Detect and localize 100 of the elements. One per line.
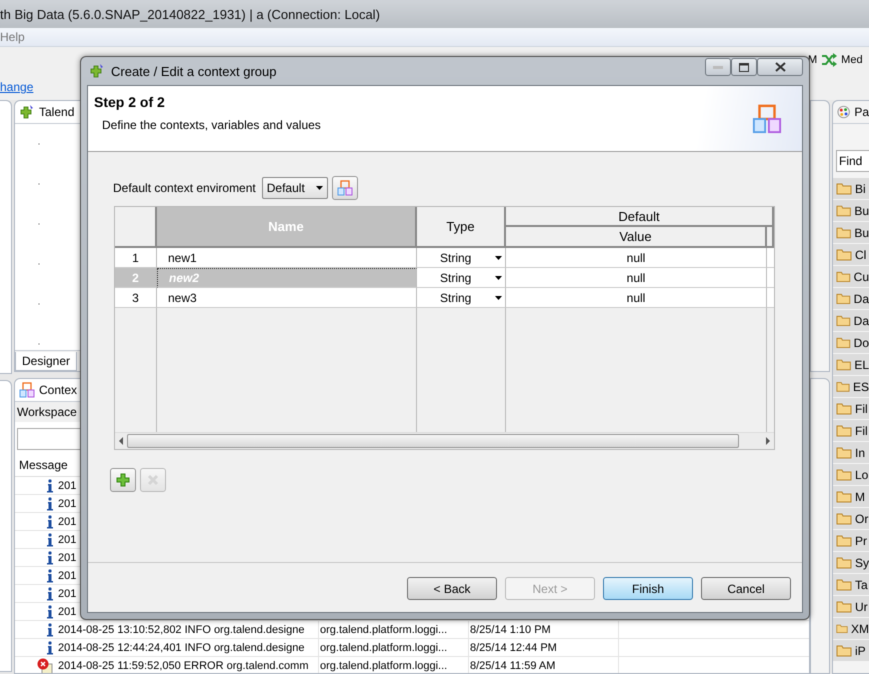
folder-label[interactable]: Bi — [855, 182, 866, 196]
context-icon — [336, 180, 353, 196]
palette-folder[interactable]: Da — [833, 288, 869, 309]
folder-icon — [836, 556, 852, 569]
dialog-button[interactable]: < Back — [407, 577, 497, 600]
caret-icon — [495, 276, 502, 280]
horizontal-scrollbar[interactable] — [115, 432, 774, 449]
value-cell[interactable]: null — [506, 288, 767, 308]
palette-folder[interactable]: Or — [833, 508, 869, 529]
palette-folder[interactable]: Ta — [833, 574, 869, 595]
dialog-button[interactable]: Finish — [603, 577, 693, 600]
context-icon — [752, 104, 782, 134]
name-cell[interactable]: new1 — [157, 248, 417, 268]
link[interactable]: hange — [0, 80, 34, 94]
type-dropdown[interactable]: String — [417, 248, 506, 268]
name-cell[interactable]: new3 — [157, 288, 417, 308]
plus-icon — [116, 473, 130, 487]
info-icon — [47, 640, 53, 654]
value-cell[interactable]: null — [506, 248, 767, 268]
folder-label[interactable]: Or — [855, 512, 868, 526]
palette-folder[interactable]: Sy — [833, 552, 869, 573]
folder-label[interactable]: Fil — [855, 402, 868, 416]
folder-label[interactable]: Bu — [854, 226, 869, 240]
folder-label[interactable]: iP — [855, 644, 866, 658]
folder-label[interactable]: Da — [854, 292, 869, 306]
type-dropdown[interactable]: String — [417, 288, 506, 308]
delete-icon — [147, 474, 159, 486]
palette-folder[interactable]: Cl — [833, 244, 869, 265]
maximize-button[interactable] — [731, 58, 757, 76]
info-icon — [47, 496, 53, 510]
palette-folder[interactable]: Pr — [833, 530, 869, 551]
log-source: org.talend.platform.loggi... — [320, 660, 448, 672]
context-icon — [19, 382, 35, 398]
palette-folder[interactable]: In — [833, 442, 869, 463]
editor-tab[interactable]: Talend — [39, 105, 74, 119]
folder-label[interactable]: EL — [854, 358, 869, 372]
column-header[interactable]: Value — [506, 227, 767, 248]
palette-folder[interactable]: iP — [833, 640, 869, 661]
folder-label[interactable]: M — [855, 490, 865, 504]
log-message: 201 — [58, 552, 76, 564]
folder-label[interactable]: Lo — [855, 468, 868, 482]
row-number: 3 — [115, 288, 157, 308]
folder-label[interactable]: Cl — [855, 248, 866, 262]
folder-label[interactable]: Do — [854, 336, 869, 350]
context-tab[interactable]: Contex — [39, 383, 78, 397]
folder-icon — [836, 468, 852, 481]
caret-icon — [316, 186, 323, 190]
caret-icon — [495, 296, 502, 300]
folder-label[interactable]: Ta — [855, 578, 868, 592]
add-button[interactable] — [110, 468, 136, 492]
shuffle-icon[interactable] — [821, 53, 838, 67]
palette-folder[interactable]: Bu — [833, 222, 869, 243]
folder-label[interactable]: ES — [852, 380, 869, 394]
folder-label[interactable]: Fil — [855, 424, 868, 438]
find-field[interactable]: Find — [836, 150, 869, 172]
folder-label[interactable]: XM — [851, 622, 869, 636]
palette-folder[interactable]: Ur — [833, 596, 869, 617]
palette-folder[interactable]: Bi — [833, 178, 869, 199]
folder-label[interactable]: Da — [854, 314, 869, 328]
close-button[interactable] — [757, 58, 803, 76]
caret-icon — [495, 256, 502, 260]
palette-folder[interactable]: Bu — [833, 200, 869, 221]
palette-folder[interactable]: ES — [833, 376, 869, 397]
info-icon — [47, 604, 53, 618]
palette-folder[interactable]: Da — [833, 310, 869, 331]
manage-contexts-button[interactable] — [332, 176, 358, 200]
folder-label[interactable]: Ur — [855, 600, 868, 614]
palette-tab[interactable]: Pa — [854, 105, 869, 119]
palette-folder[interactable]: EL — [833, 354, 869, 375]
info-icon — [47, 550, 53, 564]
log-message: 201 — [58, 588, 76, 600]
log-date: 8/25/14 12:44 PM — [470, 642, 557, 654]
palette-folder[interactable]: Fil — [833, 420, 869, 441]
palette-folder[interactable]: Lo — [833, 464, 869, 485]
log-message: 201 — [58, 480, 76, 492]
designer-tab[interactable]: Designer — [15, 352, 78, 371]
log-source: org.talend.platform.loggi... — [320, 624, 448, 636]
folder-icon — [836, 270, 851, 283]
palette-folder[interactable]: M — [833, 486, 869, 507]
palette-folder[interactable]: Do — [833, 332, 869, 353]
folder-label[interactable]: Pr — [855, 534, 867, 548]
folder-icon — [836, 424, 852, 437]
type-dropdown[interactable]: String — [417, 268, 506, 288]
log-date: 8/25/14 11:59 AM — [470, 660, 556, 672]
value-cell[interactable]: null — [506, 268, 767, 288]
folder-label[interactable]: In — [855, 446, 866, 460]
folder-label[interactable]: Sy — [854, 556, 869, 570]
dialog-button[interactable]: Cancel — [701, 577, 791, 600]
palette-folder[interactable]: Fil — [833, 398, 869, 419]
info-icon — [47, 532, 53, 546]
folder-label[interactable]: Cu — [854, 270, 869, 284]
menu-item[interactable]: Help — [0, 30, 25, 44]
minimize-button[interactable] — [705, 58, 731, 76]
palette-folder[interactable]: Cu — [833, 266, 869, 287]
context-select[interactable]: Default — [262, 177, 328, 199]
column-header[interactable]: Type — [417, 207, 506, 248]
folder-label[interactable]: Bu — [854, 204, 869, 218]
toolbar-label[interactable]: Med — [841, 54, 863, 66]
log-message: 201 — [58, 498, 76, 510]
palette-folder[interactable]: XM — [833, 618, 869, 639]
